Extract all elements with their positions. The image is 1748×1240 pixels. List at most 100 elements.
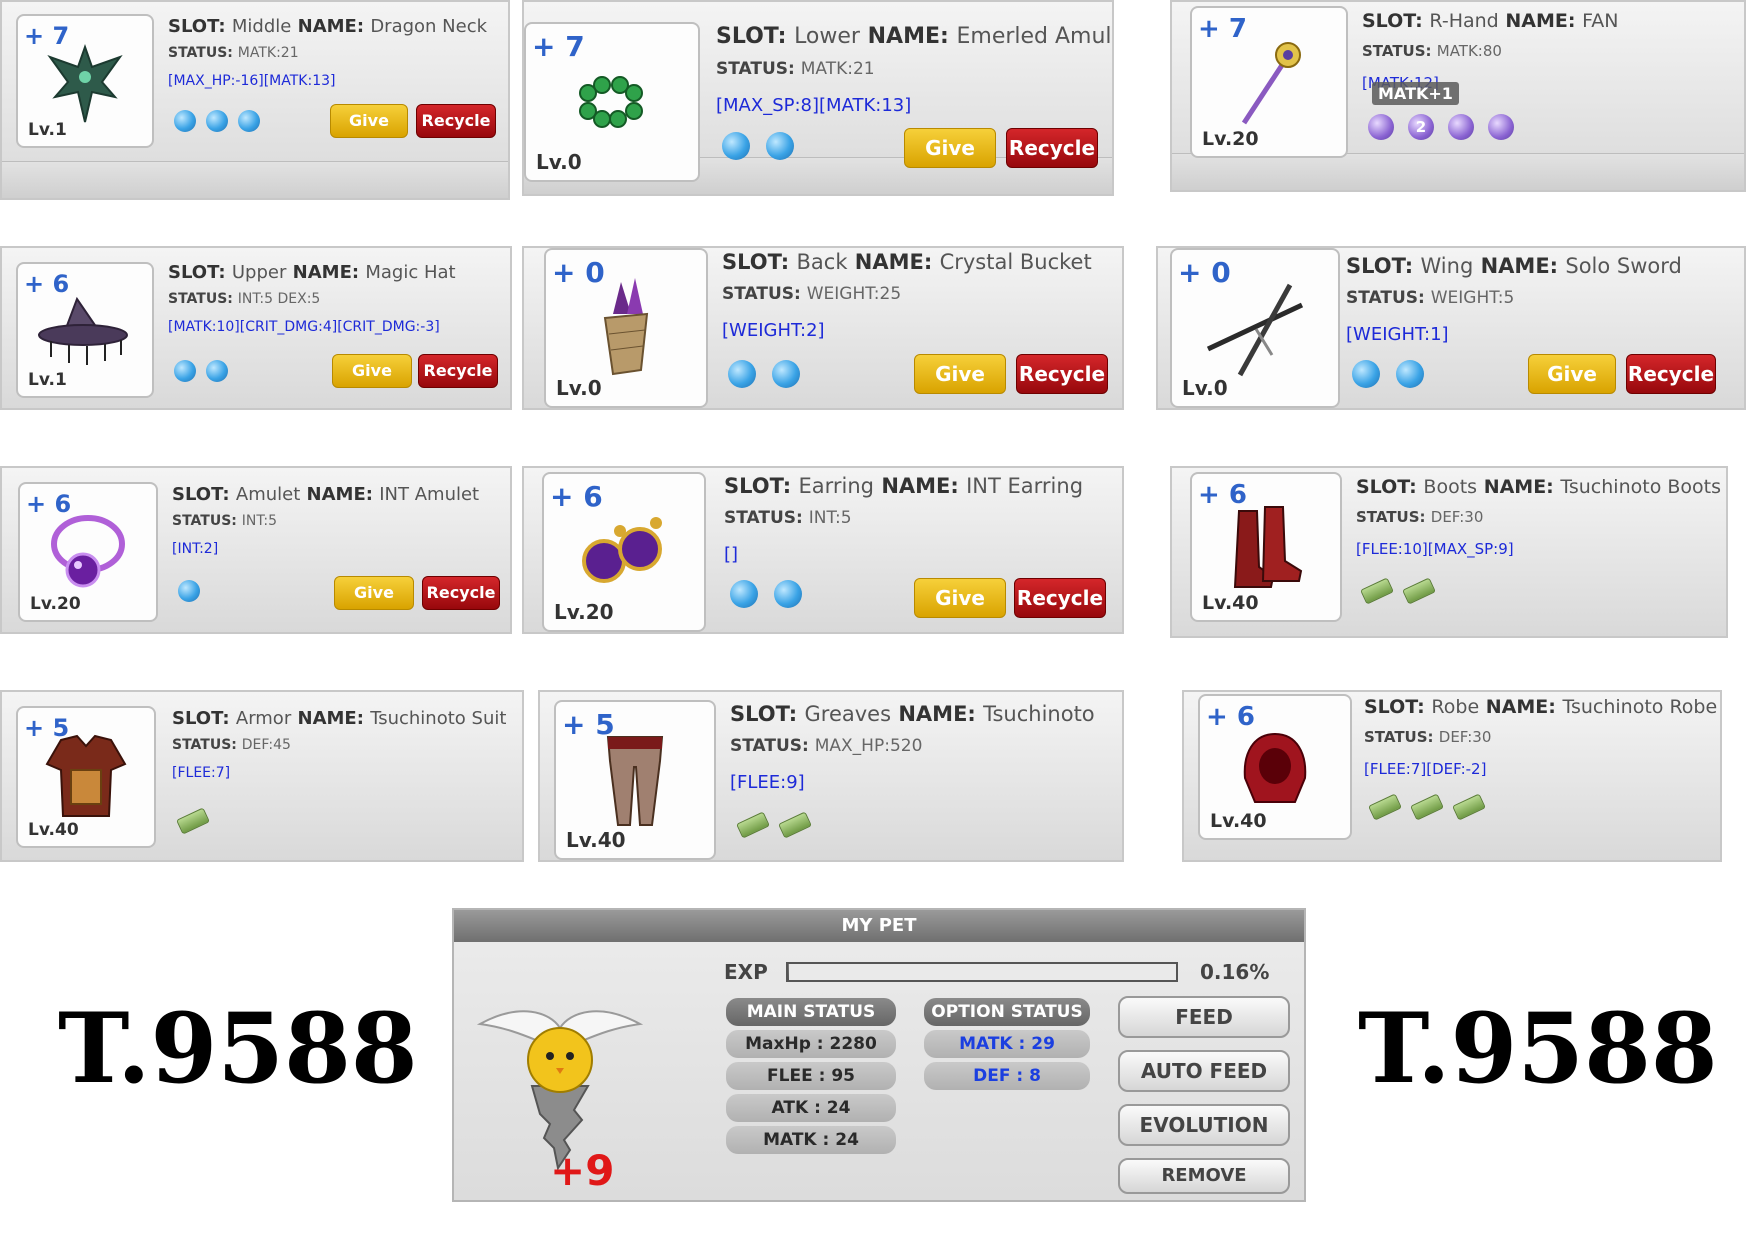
name-label: NAME: bbox=[867, 24, 949, 49]
watermark-right: T.9588 bbox=[1358, 992, 1718, 1105]
give-button[interactable]: Give bbox=[330, 104, 408, 138]
recycle-button[interactable]: Recycle bbox=[1006, 128, 1098, 168]
option-status-item: MATK : 29 bbox=[924, 1030, 1090, 1058]
status-label: STATUS: bbox=[1346, 288, 1425, 308]
name-label: NAME: bbox=[1480, 254, 1559, 278]
give-button[interactable]: Give bbox=[1528, 354, 1616, 394]
item-thumbnail[interactable]: + 7 Lv.1 bbox=[16, 14, 154, 148]
option-status-item: DEF : 8 bbox=[924, 1062, 1090, 1090]
socket-row bbox=[722, 132, 804, 160]
item-level: Lv.20 bbox=[1202, 128, 1259, 150]
item-level: Lv.40 bbox=[1210, 810, 1267, 832]
socket-row bbox=[730, 580, 812, 608]
emerald-amulet-icon bbox=[572, 73, 652, 137]
evolution-button[interactable]: EVOLUTION bbox=[1118, 1104, 1290, 1146]
slot-value: Wing bbox=[1420, 254, 1474, 278]
give-button[interactable]: Give bbox=[332, 354, 412, 388]
item-thumbnail[interactable]: + 6 Lv.40 bbox=[1198, 694, 1352, 840]
boots-icon bbox=[1221, 503, 1311, 597]
slot-label: SLOT: bbox=[172, 484, 230, 505]
status-label: STATUS: bbox=[168, 291, 233, 307]
item-info: SLOT: Armor NAME: Tsuchinoto Suit STATUS… bbox=[172, 708, 506, 781]
exp-progress-bar bbox=[786, 962, 1178, 982]
socket-row bbox=[174, 360, 238, 382]
item-thumbnail[interactable]: + 5 Lv.40 bbox=[16, 706, 156, 848]
name-label: NAME: bbox=[854, 250, 933, 274]
slot-value: Boots bbox=[1423, 476, 1478, 498]
slot-label: SLOT: bbox=[1364, 696, 1425, 718]
recycle-button[interactable]: Recycle bbox=[416, 104, 496, 138]
socket-gem-icon bbox=[730, 580, 758, 608]
card-slot-icon bbox=[1452, 792, 1486, 821]
exp-label: EXP bbox=[724, 960, 768, 984]
item-thumbnail[interactable]: + 7 Lv.20 bbox=[1190, 6, 1348, 158]
status-line: STATUS: MATK:21 bbox=[168, 45, 487, 61]
equipment-card: + 7 Lv.0 SLOT: Lower NAME: Emerled Amule… bbox=[522, 0, 1114, 196]
name-value: Crystal Bucket bbox=[939, 250, 1092, 274]
item-thumbnail[interactable]: + 6 Lv.40 bbox=[1190, 472, 1342, 622]
name-label: NAME: bbox=[898, 702, 976, 726]
item-level: Lv.20 bbox=[30, 594, 81, 614]
give-button[interactable]: Give bbox=[914, 578, 1006, 618]
item-thumbnail[interactable]: + 6 Lv.20 bbox=[18, 482, 158, 622]
recycle-button[interactable]: Recycle bbox=[1626, 354, 1716, 394]
status-value: WEIGHT:25 bbox=[806, 284, 902, 304]
status-line: STATUS: MATK:80 bbox=[1362, 42, 1619, 60]
name-value: Emerled Amulet bbox=[956, 24, 1112, 49]
recycle-button[interactable]: Recycle bbox=[1016, 354, 1108, 394]
equipment-card: + 5 Lv.40 SLOT: Armor NAME: Tsuchinoto S… bbox=[0, 690, 524, 862]
item-thumbnail[interactable]: + 6 Lv.20 bbox=[542, 472, 706, 632]
recycle-button[interactable]: Recycle bbox=[418, 354, 498, 388]
socket-gem-icon bbox=[1396, 360, 1424, 388]
feed-button[interactable]: FEED bbox=[1118, 996, 1290, 1038]
slot-value: Robe bbox=[1431, 696, 1480, 718]
item-options: [FLEE:7] bbox=[172, 765, 231, 781]
item-thumbnail[interactable]: + 6 Lv.1 bbox=[16, 262, 154, 398]
give-button[interactable]: Give bbox=[334, 576, 414, 610]
purple-amulet-icon bbox=[43, 508, 133, 602]
slot-label: SLOT: bbox=[716, 24, 787, 49]
name-label: NAME: bbox=[292, 262, 360, 283]
status-value: DEF:30 bbox=[1438, 728, 1492, 746]
socket-orb-icon bbox=[1368, 114, 1394, 140]
crystal-bucket-icon bbox=[591, 274, 661, 388]
give-button[interactable]: Give bbox=[914, 354, 1006, 394]
name-label: NAME: bbox=[306, 484, 373, 505]
status-value: DEF:45 bbox=[241, 737, 291, 753]
name-value: FAN bbox=[1582, 10, 1619, 32]
status-line: STATUS: MAX_HP:520 bbox=[730, 736, 1095, 756]
socket-gem-icon bbox=[206, 110, 228, 132]
socket-orb-icon bbox=[1488, 114, 1514, 140]
main-status-header: MAIN STATUS bbox=[726, 998, 896, 1026]
socket-row bbox=[1360, 576, 1446, 605]
watermark-left: T.9588 bbox=[58, 992, 418, 1105]
name-value: Magic Hat bbox=[365, 262, 456, 283]
socket-orb-icon bbox=[1448, 114, 1474, 140]
name-value: Tsuchinoto Suit bbox=[370, 708, 507, 729]
status-line: STATUS: WEIGHT:5 bbox=[1346, 288, 1682, 308]
socket-row bbox=[176, 806, 220, 835]
item-info: SLOT: Earring NAME: INT Earring STATUS: … bbox=[724, 474, 1083, 565]
item-thumbnail[interactable]: + 5 Lv.40 bbox=[554, 700, 716, 860]
item-thumbnail[interactable]: + 7 Lv.0 bbox=[524, 22, 700, 182]
socket-gem-icon bbox=[178, 580, 200, 602]
status-label: STATUS: bbox=[1362, 42, 1432, 60]
slot-label: SLOT: bbox=[724, 474, 792, 498]
status-label: STATUS: bbox=[172, 513, 237, 529]
item-options: [INT:2] bbox=[172, 541, 219, 557]
equipment-card: + 5 Lv.40 SLOT: Greaves NAME: Tsuchinoto… bbox=[538, 690, 1124, 862]
slot-name-line: SLOT: Earring NAME: INT Earring bbox=[724, 474, 1083, 498]
equipment-card: + 6 Lv.20 SLOT: Amulet NAME: INT Amulet … bbox=[0, 466, 512, 634]
refine-level: + 6 bbox=[550, 480, 603, 513]
recycle-button[interactable]: Recycle bbox=[1014, 578, 1106, 618]
item-thumbnail[interactable]: + 0 Lv.0 bbox=[1170, 248, 1340, 408]
recycle-button[interactable]: Recycle bbox=[422, 576, 500, 610]
card-footer-strip bbox=[2, 161, 508, 198]
item-thumbnail[interactable]: + 0 Lv.0 bbox=[544, 248, 708, 408]
name-value: Dragon Neck bbox=[370, 16, 488, 37]
auto-feed-button[interactable]: AUTO FEED bbox=[1118, 1050, 1290, 1092]
status-line: STATUS: DEF:30 bbox=[1364, 728, 1717, 746]
give-button[interactable]: Give bbox=[904, 128, 996, 168]
remove-button[interactable]: REMOVE bbox=[1118, 1158, 1290, 1194]
name-value: Tsuchinoto bbox=[983, 702, 1095, 726]
